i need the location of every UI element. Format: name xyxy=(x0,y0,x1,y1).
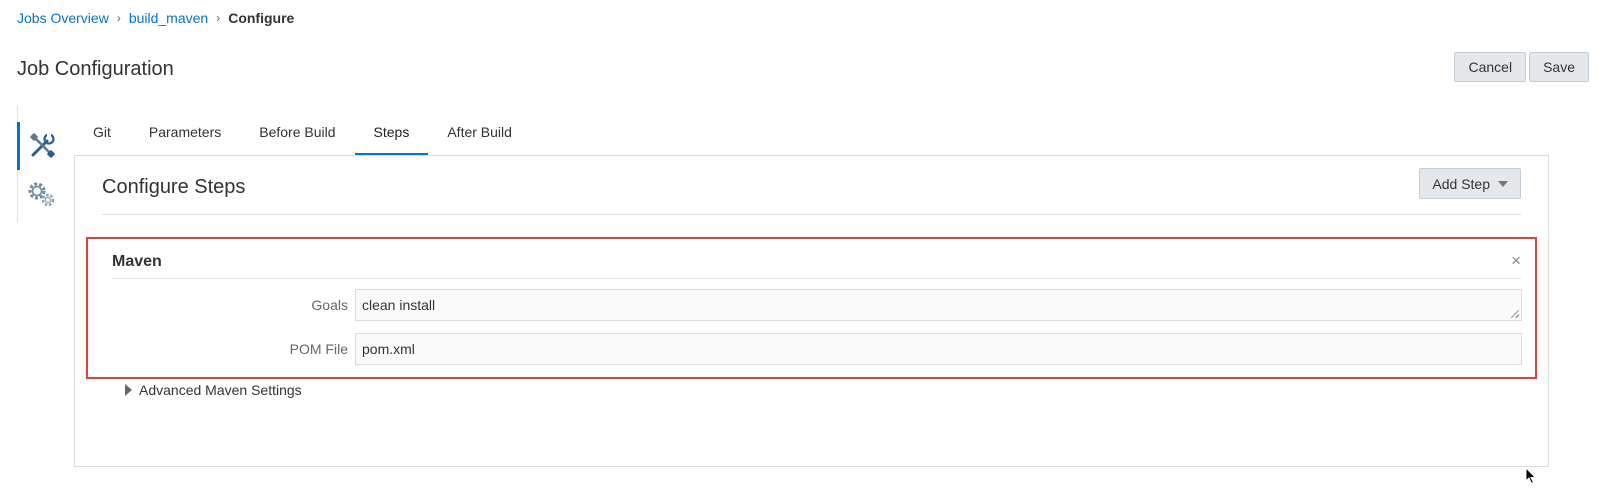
pom-file-value: pom.xml xyxy=(362,341,415,357)
side-tab-configuration[interactable] xyxy=(17,122,63,170)
tab-after-build[interactable]: After Build xyxy=(428,112,531,156)
maven-step-card: Maven × Goals clean install POM File pom… xyxy=(86,237,1537,379)
add-step-label: Add Step xyxy=(1432,175,1490,192)
tab-steps[interactable]: Steps xyxy=(354,112,429,156)
goals-field[interactable]: clean install xyxy=(355,289,1522,321)
mouse-pointer-icon xyxy=(1525,467,1537,485)
tab-git[interactable]: Git xyxy=(74,112,130,156)
divider xyxy=(112,278,1521,279)
save-button[interactable]: Save xyxy=(1529,52,1589,82)
cancel-button[interactable]: Cancel xyxy=(1454,52,1527,82)
close-icon[interactable]: × xyxy=(1511,251,1521,271)
tools-icon xyxy=(29,133,55,158)
add-step-button[interactable]: Add Step xyxy=(1419,168,1521,199)
caret-down-icon xyxy=(1498,180,1508,187)
advanced-maven-settings-toggle[interactable]: Advanced Maven Settings xyxy=(125,382,302,398)
panel-title: Configure Steps xyxy=(102,176,246,198)
resize-grip-icon[interactable] xyxy=(1511,310,1519,318)
breadcrumb-build-maven-link[interactable]: build_maven xyxy=(129,10,208,26)
divider xyxy=(102,214,1521,215)
goals-label: Goals xyxy=(311,297,348,313)
page-title: Job Configuration xyxy=(17,58,174,80)
caret-right-icon xyxy=(125,384,132,396)
chevron-right-icon: › xyxy=(116,11,121,25)
tab-before-build[interactable]: Before Build xyxy=(240,112,354,156)
tab-parameters[interactable]: Parameters xyxy=(130,112,240,156)
gears-icon xyxy=(28,182,55,207)
chevron-right-icon: › xyxy=(216,11,221,25)
breadcrumb: Jobs Overview › build_maven › Configure xyxy=(17,10,294,26)
breadcrumb-jobs-overview-link[interactable]: Jobs Overview xyxy=(17,10,109,26)
goals-value: clean install xyxy=(362,297,436,313)
pom-file-field[interactable]: pom.xml xyxy=(355,333,1522,365)
side-tab-settings[interactable] xyxy=(18,170,64,218)
step-title: Maven xyxy=(112,253,162,270)
tab-bar: Git Parameters Before Build Steps After … xyxy=(74,112,531,156)
header-actions: Cancel Save xyxy=(1454,52,1589,82)
pom-file-label: POM File xyxy=(289,341,348,357)
breadcrumb-current: Configure xyxy=(228,10,295,26)
steps-panel: Configure Steps Add Step Maven × Goals c… xyxy=(74,155,1549,467)
advanced-label: Advanced Maven Settings xyxy=(139,382,302,398)
side-tabs xyxy=(17,106,63,222)
